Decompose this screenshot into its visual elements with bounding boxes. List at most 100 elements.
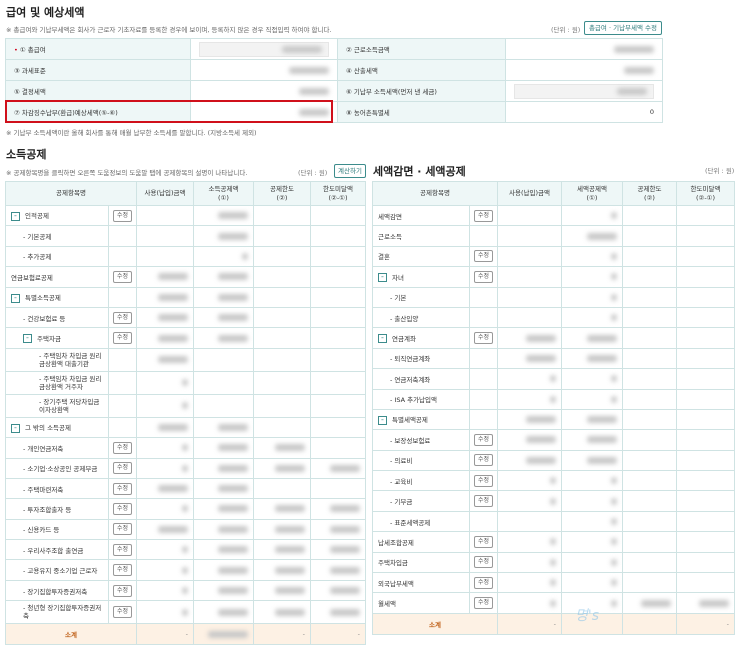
deduction-item-label[interactable]: - 기본공제 [23,233,51,241]
edit-button[interactable]: 수정 [473,474,494,487]
deduction-item-label[interactable]: 외국납부세액 [378,580,414,588]
deduction-item-name[interactable]: - 특별세액공제 [372,408,470,431]
deduction-item-label[interactable]: - 주택마련저축 [23,486,63,494]
deduction-item-name[interactable]: - 보장성보험료 [372,429,470,451]
edit-button[interactable]: 수정 [473,556,494,569]
deduction-item-name[interactable]: - 장기집합투자증권저축 [5,579,109,602]
edit-button[interactable]: 수정 [473,597,494,610]
deduction-item-label[interactable]: 월세액 [378,600,396,608]
deduction-item-label[interactable]: - 우리사주조합 출연금 [23,547,83,555]
salary-value[interactable] [190,38,338,60]
deduction-item-label[interactable]: 특별세액공제 [392,416,428,424]
deduction-item-name[interactable]: 외국납부세액 [372,572,470,594]
collapse-toggle-icon[interactable]: - [378,334,387,344]
deduction-item-name[interactable]: - 특별소득공제 [5,286,109,308]
deduction-item-label[interactable]: - 기부금 [390,498,412,506]
edit-button[interactable]: 수정 [473,270,494,283]
deduction-item-name[interactable]: - 기본 [372,286,470,308]
deduction-item-name[interactable]: - 장기주택 저당차입금 이자상환액 [5,393,109,418]
edit-button[interactable]: 수정 [112,441,133,454]
deduction-item-label[interactable]: - 신용카드 등 [23,526,59,534]
deduction-item-name[interactable]: - 표준세액공제 [372,510,470,533]
edit-button[interactable]: 수정 [473,454,494,467]
deduction-item-name[interactable]: - 기본공제 [5,225,109,247]
deduction-item-label[interactable]: 근로소득 [378,233,402,241]
deduction-item-name[interactable]: 연금보험료공제 [5,266,109,288]
deduction-item-name[interactable]: - 추가공제 [5,245,109,268]
deduction-item-label[interactable]: 결혼 [378,253,390,261]
deduction-item-name[interactable]: - 연금저축계좌 [372,368,470,390]
deduction-item-name[interactable]: - 주택임차 차입금 원리금상환액 대출기관 [5,347,109,372]
edit-button[interactable]: 수정 [112,462,133,475]
deduction-item-label[interactable]: 특별소득공제 [25,294,61,302]
deduction-item-label[interactable]: - 투자조합출자 등 [23,506,71,514]
deduction-item-label[interactable]: - 출산입양 [390,315,418,323]
edit-button[interactable]: 수정 [112,606,133,619]
prepaid-tax-input[interactable] [514,83,654,99]
deduction-item-name[interactable]: - 신용카드 등 [5,518,109,541]
edit-button[interactable]: 수정 [112,332,133,345]
deduction-item-label[interactable]: - 표준세액공제 [390,519,430,527]
deduction-item-label[interactable]: - 건강보험료 등 [23,315,65,323]
deduction-item-label[interactable]: 연금계좌 [392,335,416,343]
deduction-item-name[interactable]: - 출산입양 [372,306,470,329]
edit-button[interactable]: 수정 [112,564,133,577]
deduction-item-label[interactable]: - 퇴직연금계좌 [390,355,430,363]
deduction-item-label[interactable]: - 주택임차 차입금 원리금상환액 대출기관 [39,352,101,368]
edit-button[interactable]: 수정 [473,250,494,263]
edit-button[interactable]: 수정 [112,482,133,495]
deduction-item-name[interactable]: - 의료비 [372,449,470,472]
deduction-item-label[interactable]: - 추가공제 [23,253,51,261]
deduction-item-name[interactable]: - 고용유지 중소기업 근로자 [5,559,109,581]
deduction-item-name[interactable]: - 인적공제 [5,204,109,227]
deduction-item-name[interactable]: 결혼 [372,245,470,268]
deduction-item-name[interactable]: - 투자조합출자 등 [5,498,109,520]
deduction-item-name[interactable]: - 자녀 [372,266,470,288]
deduction-item-label[interactable]: - 보장성보험료 [390,437,430,445]
edit-button[interactable]: 수정 [112,270,133,283]
deduction-item-label[interactable]: - 주택임차 차입금 원리금상환액 거주자 [39,375,101,391]
collapse-toggle-icon[interactable]: - [11,423,20,433]
collapse-toggle-icon[interactable]: - [23,334,32,344]
deduction-item-name[interactable]: 주택차입금 [372,551,470,574]
edit-button[interactable]: 수정 [473,209,494,222]
deduction-item-name[interactable]: - 주택마련저축 [5,477,109,500]
salary-value[interactable] [505,80,663,102]
deduction-item-name[interactable]: - 주택임차 차입금 원리금상환액 거주자 [5,370,109,395]
deduction-item-label[interactable]: - 고용유지 중소기업 근로자 [23,567,97,575]
collapse-toggle-icon[interactable]: - [11,211,20,221]
deduction-item-name[interactable]: - 우리사주조합 출연금 [5,539,109,561]
deduction-item-label[interactable]: - ISA 추가납입액 [390,396,437,404]
edit-salary-button[interactable]: 총급여 · 기납부세액 수정 [584,21,662,35]
edit-button[interactable]: 수정 [112,311,133,324]
deduction-item-label[interactable]: - 장기집합투자증권저축 [23,588,87,596]
deduction-item-label[interactable]: - 소기업·소상공인 공제부금 [23,465,97,473]
deduction-item-label[interactable]: 주택자금 [37,335,61,343]
deduction-item-label[interactable]: - 청년형 장기집합투자증권저축 [23,604,101,620]
edit-button[interactable]: 수정 [112,584,133,597]
deduction-item-label[interactable]: 세액감면 [378,213,402,221]
deduction-item-name[interactable]: - 주택자금 [5,327,109,349]
edit-button[interactable]: 수정 [112,209,133,222]
calculate-button[interactable]: 계산하기 [334,164,366,178]
edit-button[interactable]: 수정 [112,523,133,536]
deduction-item-name[interactable]: - 연금계좌 [372,327,470,349]
deduction-item-label[interactable]: 인적공제 [25,212,49,220]
total-salary-input[interactable] [199,41,329,57]
deduction-item-label[interactable]: 연금보험료공제 [11,274,53,282]
deduction-item-name[interactable]: - 청년형 장기집합투자증권저축 [5,600,109,625]
deduction-item-label[interactable]: - 연금저축계좌 [390,376,430,384]
deduction-item-name[interactable]: - 소기업·소상공인 공제부금 [5,457,109,479]
deduction-item-name[interactable]: - 개인연금저축 [5,437,109,459]
deduction-item-name[interactable]: - 기부금 [372,490,470,512]
deduction-item-label[interactable]: - 교육비 [390,478,412,486]
edit-button[interactable]: 수정 [473,535,494,548]
collapse-toggle-icon[interactable]: - [11,293,20,303]
deduction-item-name[interactable]: - 퇴직연금계좌 [372,347,470,370]
deduction-item-name[interactable]: - 건강보험료 등 [5,306,109,329]
deduction-item-name[interactable]: - 교육비 [372,470,470,492]
edit-button[interactable]: 수정 [112,543,133,556]
deduction-item-label[interactable]: - 장기주택 저당차입금 이자상환액 [39,398,99,414]
deduction-item-label[interactable]: - 기본 [390,294,406,302]
deduction-item-name[interactable]: - ISA 추가납입액 [372,388,470,410]
